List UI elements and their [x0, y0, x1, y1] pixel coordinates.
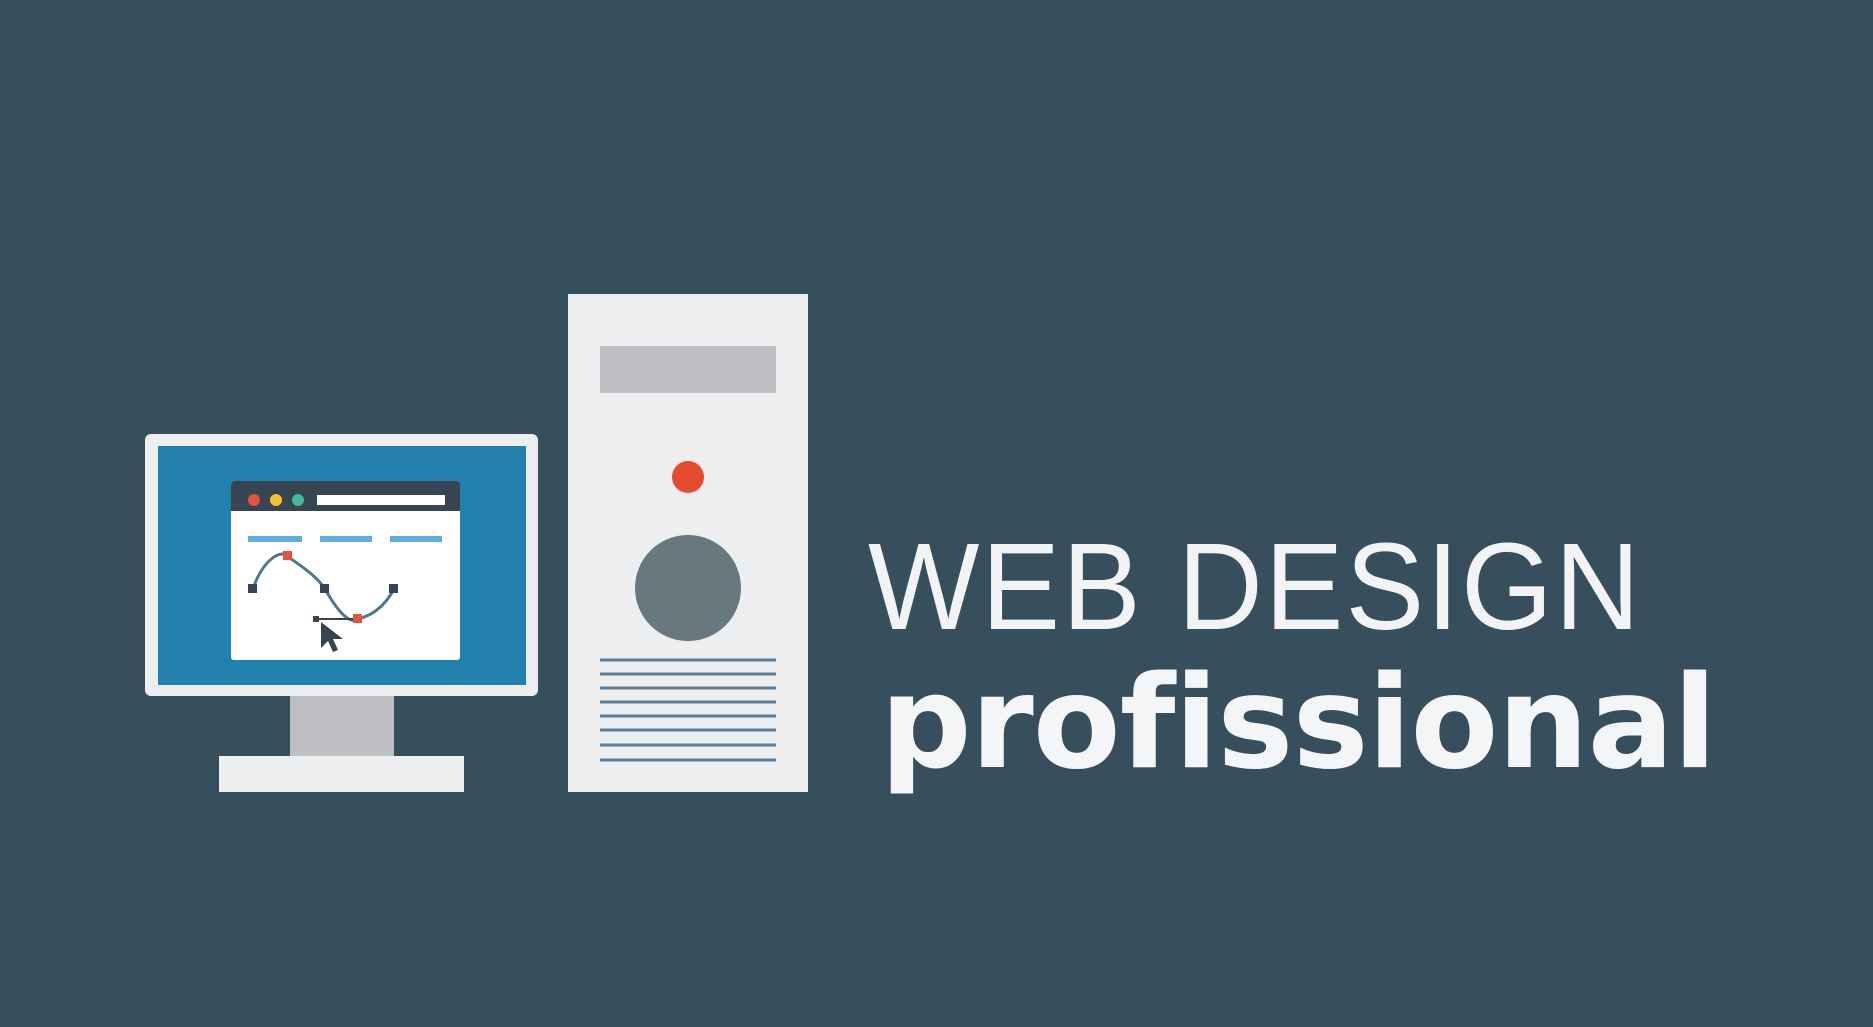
speaker-icon	[635, 535, 741, 641]
browser-window-icon	[231, 481, 460, 660]
address-bar	[317, 495, 445, 505]
web-design-illustration	[145, 294, 808, 792]
window-minimize-dot-icon	[270, 494, 282, 506]
power-button-icon	[672, 461, 704, 493]
drive-slot	[600, 346, 776, 393]
headline-web-design: WEB DESIGN	[868, 517, 1642, 657]
subline-profissional: profissional	[880, 649, 1717, 798]
computer-tower-icon	[568, 294, 808, 792]
window-maximize-dot-icon	[292, 494, 304, 506]
window-close-dot-icon	[248, 494, 260, 506]
desktop-monitor-icon	[145, 434, 538, 792]
